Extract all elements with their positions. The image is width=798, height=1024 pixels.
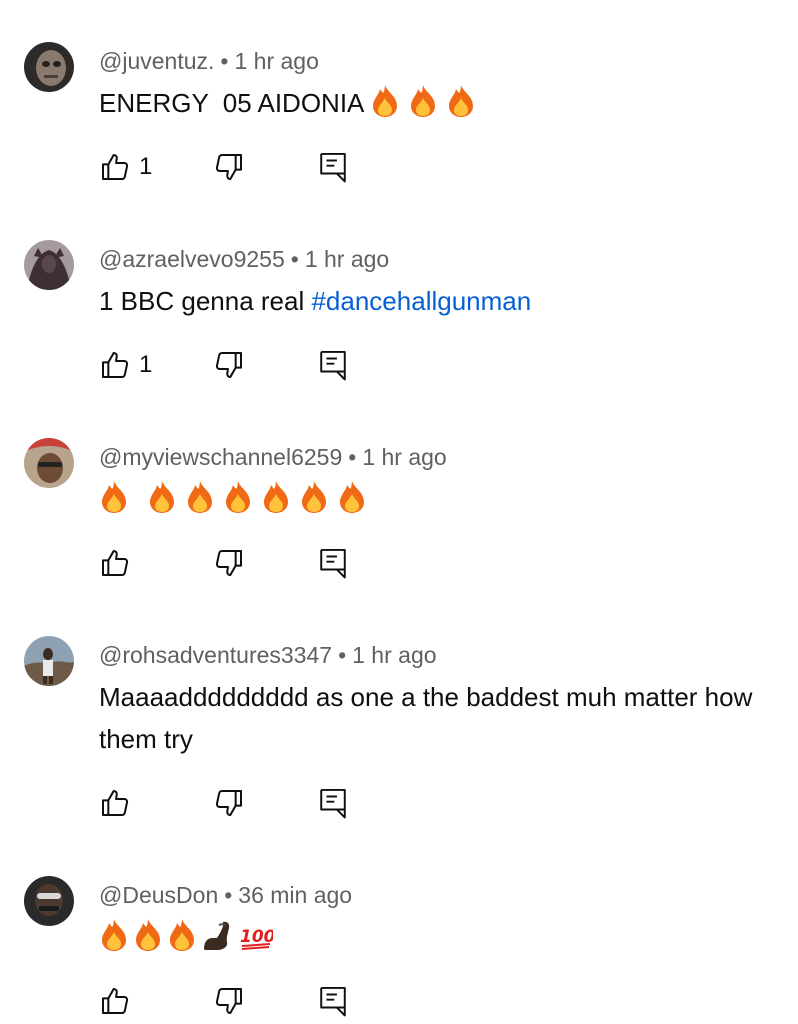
meta-separator: • — [290, 246, 299, 272]
comment-actions — [99, 786, 399, 820]
reply-comment-icon — [317, 150, 349, 184]
comment-time: 36 min ago — [238, 882, 353, 908]
fire-emoji-icon — [299, 480, 329, 526]
reply-comment-icon — [317, 786, 349, 820]
comment-author[interactable]: @rohsadventures3347 — [99, 642, 332, 668]
like-button[interactable] — [99, 786, 139, 820]
avatar[interactable] — [24, 438, 74, 488]
fire-emoji-icon — [446, 84, 476, 130]
reply-button[interactable] — [317, 546, 349, 580]
comment-actions: 1 — [99, 348, 399, 382]
like-button[interactable] — [99, 984, 139, 1018]
comment-time: 1 hr ago — [304, 246, 390, 272]
meta-separator: • — [348, 444, 357, 470]
thumbs-up-icon — [99, 985, 131, 1017]
avatar[interactable] — [24, 876, 74, 926]
comment-author[interactable]: @myviewschannel6259 — [99, 444, 342, 470]
fire-emoji-icon — [147, 480, 177, 526]
comment-author[interactable]: @juventuz. — [99, 48, 214, 74]
hundred-points-emoji-icon: 100 — [239, 918, 276, 964]
like-button[interactable]: 1 — [99, 150, 152, 184]
fire-emoji-icon — [185, 480, 215, 526]
comment-text — [99, 478, 769, 526]
dislike-button[interactable] — [213, 546, 245, 580]
thumbs-up-icon — [99, 151, 131, 183]
reply-comment-icon — [317, 348, 349, 382]
thumbs-down-icon — [213, 985, 245, 1017]
thumbs-up-icon — [99, 349, 131, 381]
comment-time: 1 hr ago — [362, 444, 447, 470]
avatar[interactable] — [24, 636, 74, 686]
reply-button[interactable] — [317, 150, 349, 184]
comment-author[interactable]: @DeusDon — [99, 882, 218, 908]
thumbs-down-icon — [213, 349, 245, 381]
thumbs-up-icon — [99, 787, 131, 819]
fire-emoji-icon — [223, 480, 253, 526]
comment-text-content: 1 BBC genna real — [99, 286, 312, 316]
like-button[interactable]: 1 — [99, 348, 152, 382]
fire-emoji-icon — [99, 918, 129, 964]
fire-emoji-icon — [167, 918, 197, 964]
comment-actions: 1 — [99, 150, 399, 184]
reply-comment-icon — [317, 546, 349, 580]
comment-author[interactable]: @azraelvevo9255 — [99, 246, 285, 272]
comment-text: 1 BBC genna real #dancehallgunman — [99, 280, 769, 322]
comment-text: Maaaaddddddddd as one a the baddest muh … — [99, 676, 769, 760]
avatar[interactable] — [24, 240, 74, 290]
like-button[interactable] — [99, 546, 139, 580]
meta-separator: • — [224, 882, 233, 908]
fire-emoji-icon — [261, 480, 291, 526]
comment-text-content: ENERGY 05 AIDONIA — [99, 88, 371, 118]
reply-button[interactable] — [317, 984, 349, 1018]
fire-emoji-icon — [408, 84, 438, 130]
comment-text: ENERGY 05 AIDONIA — [99, 82, 769, 130]
thumbs-down-icon — [213, 151, 245, 183]
comment-text: 100 — [99, 916, 769, 964]
reply-button[interactable] — [317, 348, 349, 382]
comment-actions — [99, 546, 399, 580]
meta-separator: • — [220, 48, 229, 74]
fire-emoji-icon — [99, 480, 129, 526]
fire-emoji-icon — [370, 84, 400, 130]
like-count: 1 — [139, 351, 153, 378]
dislike-button[interactable] — [213, 786, 245, 820]
meta-separator: • — [338, 642, 347, 668]
avatar[interactable] — [24, 42, 74, 92]
dislike-button[interactable] — [213, 984, 245, 1018]
like-count: 1 — [139, 153, 153, 180]
comment-time: 1 hr ago — [352, 642, 437, 668]
thumbs-down-icon — [213, 787, 245, 819]
thumbs-up-icon — [99, 547, 131, 579]
comment-text-content: Maaaaddddddddd as one a the baddest muh … — [99, 682, 760, 754]
fire-emoji-icon — [337, 480, 367, 526]
comment-actions — [99, 984, 399, 1018]
reply-button[interactable] — [317, 786, 349, 820]
fire-emoji-icon — [133, 918, 163, 964]
reply-comment-icon — [317, 984, 349, 1018]
hashtag-link[interactable]: #dancehallgunman — [311, 286, 531, 316]
flexed-biceps-emoji-icon — [201, 918, 235, 964]
dislike-button[interactable] — [213, 348, 245, 382]
comment-feed: @juventuz. • 1 hr ago ENERGY 05 AIDONIA 1 — [0, 0, 798, 1024]
thumbs-down-icon — [213, 547, 245, 579]
dislike-button[interactable] — [213, 150, 245, 184]
comment-time: 1 hr ago — [234, 48, 319, 74]
